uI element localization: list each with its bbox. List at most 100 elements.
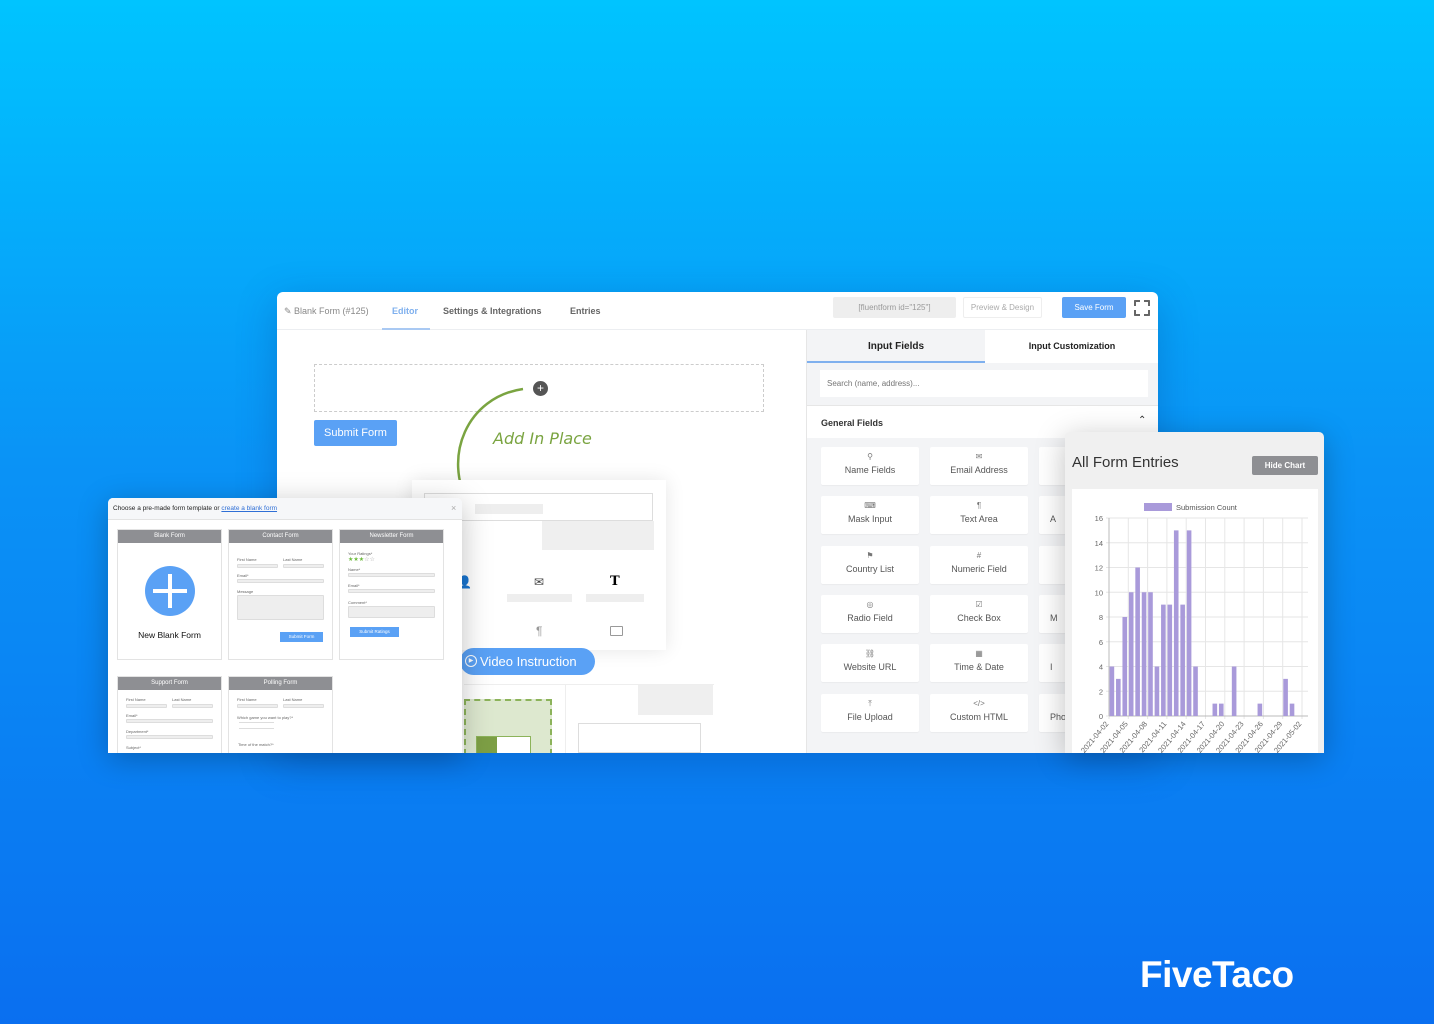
bar bbox=[1173, 530, 1179, 716]
field-label: Check Box bbox=[957, 612, 1001, 623]
field-label: Text Area bbox=[960, 514, 998, 525]
y-tick-label: 2 bbox=[1099, 687, 1103, 696]
field-label: Radio Field bbox=[847, 612, 893, 623]
legend-label: Submission Count bbox=[1176, 503, 1238, 512]
bar bbox=[1289, 703, 1295, 716]
save-form-button[interactable]: Save Form bbox=[1062, 297, 1126, 318]
y-tick-label: 4 bbox=[1099, 663, 1103, 672]
y-tick-label: 16 bbox=[1095, 514, 1103, 523]
bar bbox=[1218, 703, 1224, 716]
create-blank-form-link[interactable]: create a blank form bbox=[221, 505, 277, 512]
shortcode-copy[interactable]: [fluentform id="125"] bbox=[833, 297, 956, 318]
field-label: Name Fields bbox=[844, 465, 896, 475]
close-icon[interactable]: × bbox=[451, 503, 456, 513]
active-tab-indicator bbox=[382, 328, 430, 330]
bar bbox=[1116, 678, 1121, 716]
calendar-icon: ▦ bbox=[975, 649, 983, 659]
field-label: Email Address bbox=[950, 465, 1008, 475]
y-tick-label: 14 bbox=[1095, 539, 1103, 548]
submit-form-button[interactable]: Submit Form bbox=[314, 420, 397, 446]
field-card[interactable]: ¶ Text Area bbox=[930, 496, 1028, 535]
layout-preview bbox=[464, 684, 714, 753]
flag-icon: ⚑ bbox=[866, 550, 874, 560]
field-card[interactable]: # Numeric Field bbox=[930, 545, 1028, 584]
bar bbox=[1231, 666, 1237, 716]
field-card[interactable]: ☑ Check Box bbox=[930, 594, 1028, 633]
tab-input-fields[interactable]: Input Fields bbox=[807, 330, 985, 363]
modal-header: Choose a pre-made form template or creat… bbox=[108, 498, 462, 520]
template-support-form[interactable]: Support Form First Name Last Name Email*… bbox=[117, 676, 222, 753]
field-label: Website URL bbox=[843, 662, 897, 673]
y-tick-label: 10 bbox=[1095, 588, 1103, 597]
editor-header: ✎ Blank Form (#125) Editor Settings & In… bbox=[277, 292, 1158, 330]
field-card[interactable]: </> Custom HTML bbox=[930, 693, 1028, 732]
submission-count-chart: 02468101214162021-04-022021-04-052021-04… bbox=[1079, 503, 1308, 753]
field-card[interactable]: ⚑ Country List bbox=[821, 545, 919, 584]
field-card[interactable]: ◎ Radio Field bbox=[821, 594, 919, 633]
preview-tab-block bbox=[542, 521, 654, 550]
bar bbox=[1212, 703, 1218, 716]
bar bbox=[1141, 592, 1147, 716]
paragraph-icon: ¶ bbox=[536, 624, 543, 638]
keyboard-icon: ⌨ bbox=[864, 501, 876, 511]
user-icon: ⚲ bbox=[867, 452, 873, 461]
field-card[interactable]: ✉ Email Address bbox=[930, 447, 1028, 485]
tab-settings-integrations[interactable]: Settings & Integrations bbox=[443, 306, 542, 316]
fullscreen-icon[interactable] bbox=[1134, 300, 1150, 316]
bar bbox=[1122, 617, 1128, 716]
bar bbox=[1135, 567, 1140, 716]
card-icon bbox=[610, 626, 623, 636]
tab-entries[interactable]: Entries bbox=[570, 306, 601, 316]
field-label: Numeric Field bbox=[951, 563, 1007, 574]
paragraph-icon: ¶ bbox=[976, 501, 982, 511]
field-card[interactable]: ▦ Time & Date bbox=[930, 644, 1028, 683]
legend-swatch bbox=[1144, 503, 1172, 511]
template-chooser-modal: Choose a pre-made form template or creat… bbox=[108, 498, 462, 753]
y-tick-label: 8 bbox=[1099, 613, 1103, 622]
play-icon: ▶ bbox=[465, 655, 477, 667]
template-blank-form[interactable]: Blank Form New Blank Form bbox=[117, 529, 222, 660]
text-icon: T bbox=[610, 574, 620, 589]
envelope-icon: ✉ bbox=[975, 452, 983, 461]
bar bbox=[1167, 604, 1173, 716]
star-rating: ★★★☆☆ bbox=[348, 557, 375, 563]
field-label: File Upload bbox=[847, 711, 893, 722]
add-in-place-annotation: Add In Place bbox=[493, 429, 592, 448]
field-label: Mask Input bbox=[847, 514, 893, 525]
template-polling-form[interactable]: Polling Form First Name Last Name Which … bbox=[228, 676, 333, 753]
link-icon: ⛓ bbox=[864, 649, 876, 659]
preview-design-button[interactable]: Preview & Design bbox=[963, 297, 1042, 318]
video-instruction-button[interactable]: ▶ Video Instruction bbox=[460, 648, 595, 675]
field-card[interactable]: ⤒ File Upload bbox=[821, 693, 919, 732]
form-title: ✎ Blank Form (#125) bbox=[284, 306, 369, 316]
bar bbox=[1154, 666, 1160, 716]
bar bbox=[1109, 666, 1115, 716]
hash-icon: # bbox=[976, 550, 982, 560]
field-card[interactable]: ⚲ Name Fields bbox=[821, 447, 919, 485]
bar bbox=[1283, 678, 1288, 716]
field-label: Time & Date bbox=[954, 662, 1004, 673]
bar bbox=[1148, 592, 1153, 716]
field-label: Country List bbox=[845, 563, 895, 574]
tab-input-customization[interactable]: Input Customization bbox=[985, 330, 1158, 363]
bar bbox=[1186, 530, 1192, 716]
field-search-input[interactable] bbox=[820, 370, 1148, 397]
bar bbox=[1257, 703, 1263, 716]
plus-circle-icon bbox=[145, 566, 195, 616]
column-drop-area bbox=[464, 699, 552, 753]
fivetaco-logo: FiveTaco bbox=[1140, 954, 1294, 995]
field-card[interactable]: ⌨ Mask Input bbox=[821, 496, 919, 535]
upload-icon: ⤒ bbox=[868, 698, 872, 708]
template-contact-form[interactable]: Contact Form First Name Last Name Email*… bbox=[228, 529, 333, 660]
checkbox-icon: ☑ bbox=[975, 599, 983, 609]
field-card[interactable]: ⛓ Website URL bbox=[821, 644, 919, 683]
bar bbox=[1193, 666, 1198, 716]
field-label: Custom HTML bbox=[949, 711, 1008, 722]
template-newsletter-form[interactable]: Newsletter Form Your Ratings* ★★★☆☆ Name… bbox=[339, 529, 444, 660]
chevron-up-icon[interactable]: ⌃ bbox=[1138, 415, 1146, 426]
y-tick-label: 12 bbox=[1095, 564, 1103, 573]
tab-editor[interactable]: Editor bbox=[392, 306, 418, 316]
y-tick-label: 6 bbox=[1099, 638, 1103, 647]
radio-icon: ◎ bbox=[866, 599, 874, 609]
bar bbox=[1128, 592, 1134, 716]
